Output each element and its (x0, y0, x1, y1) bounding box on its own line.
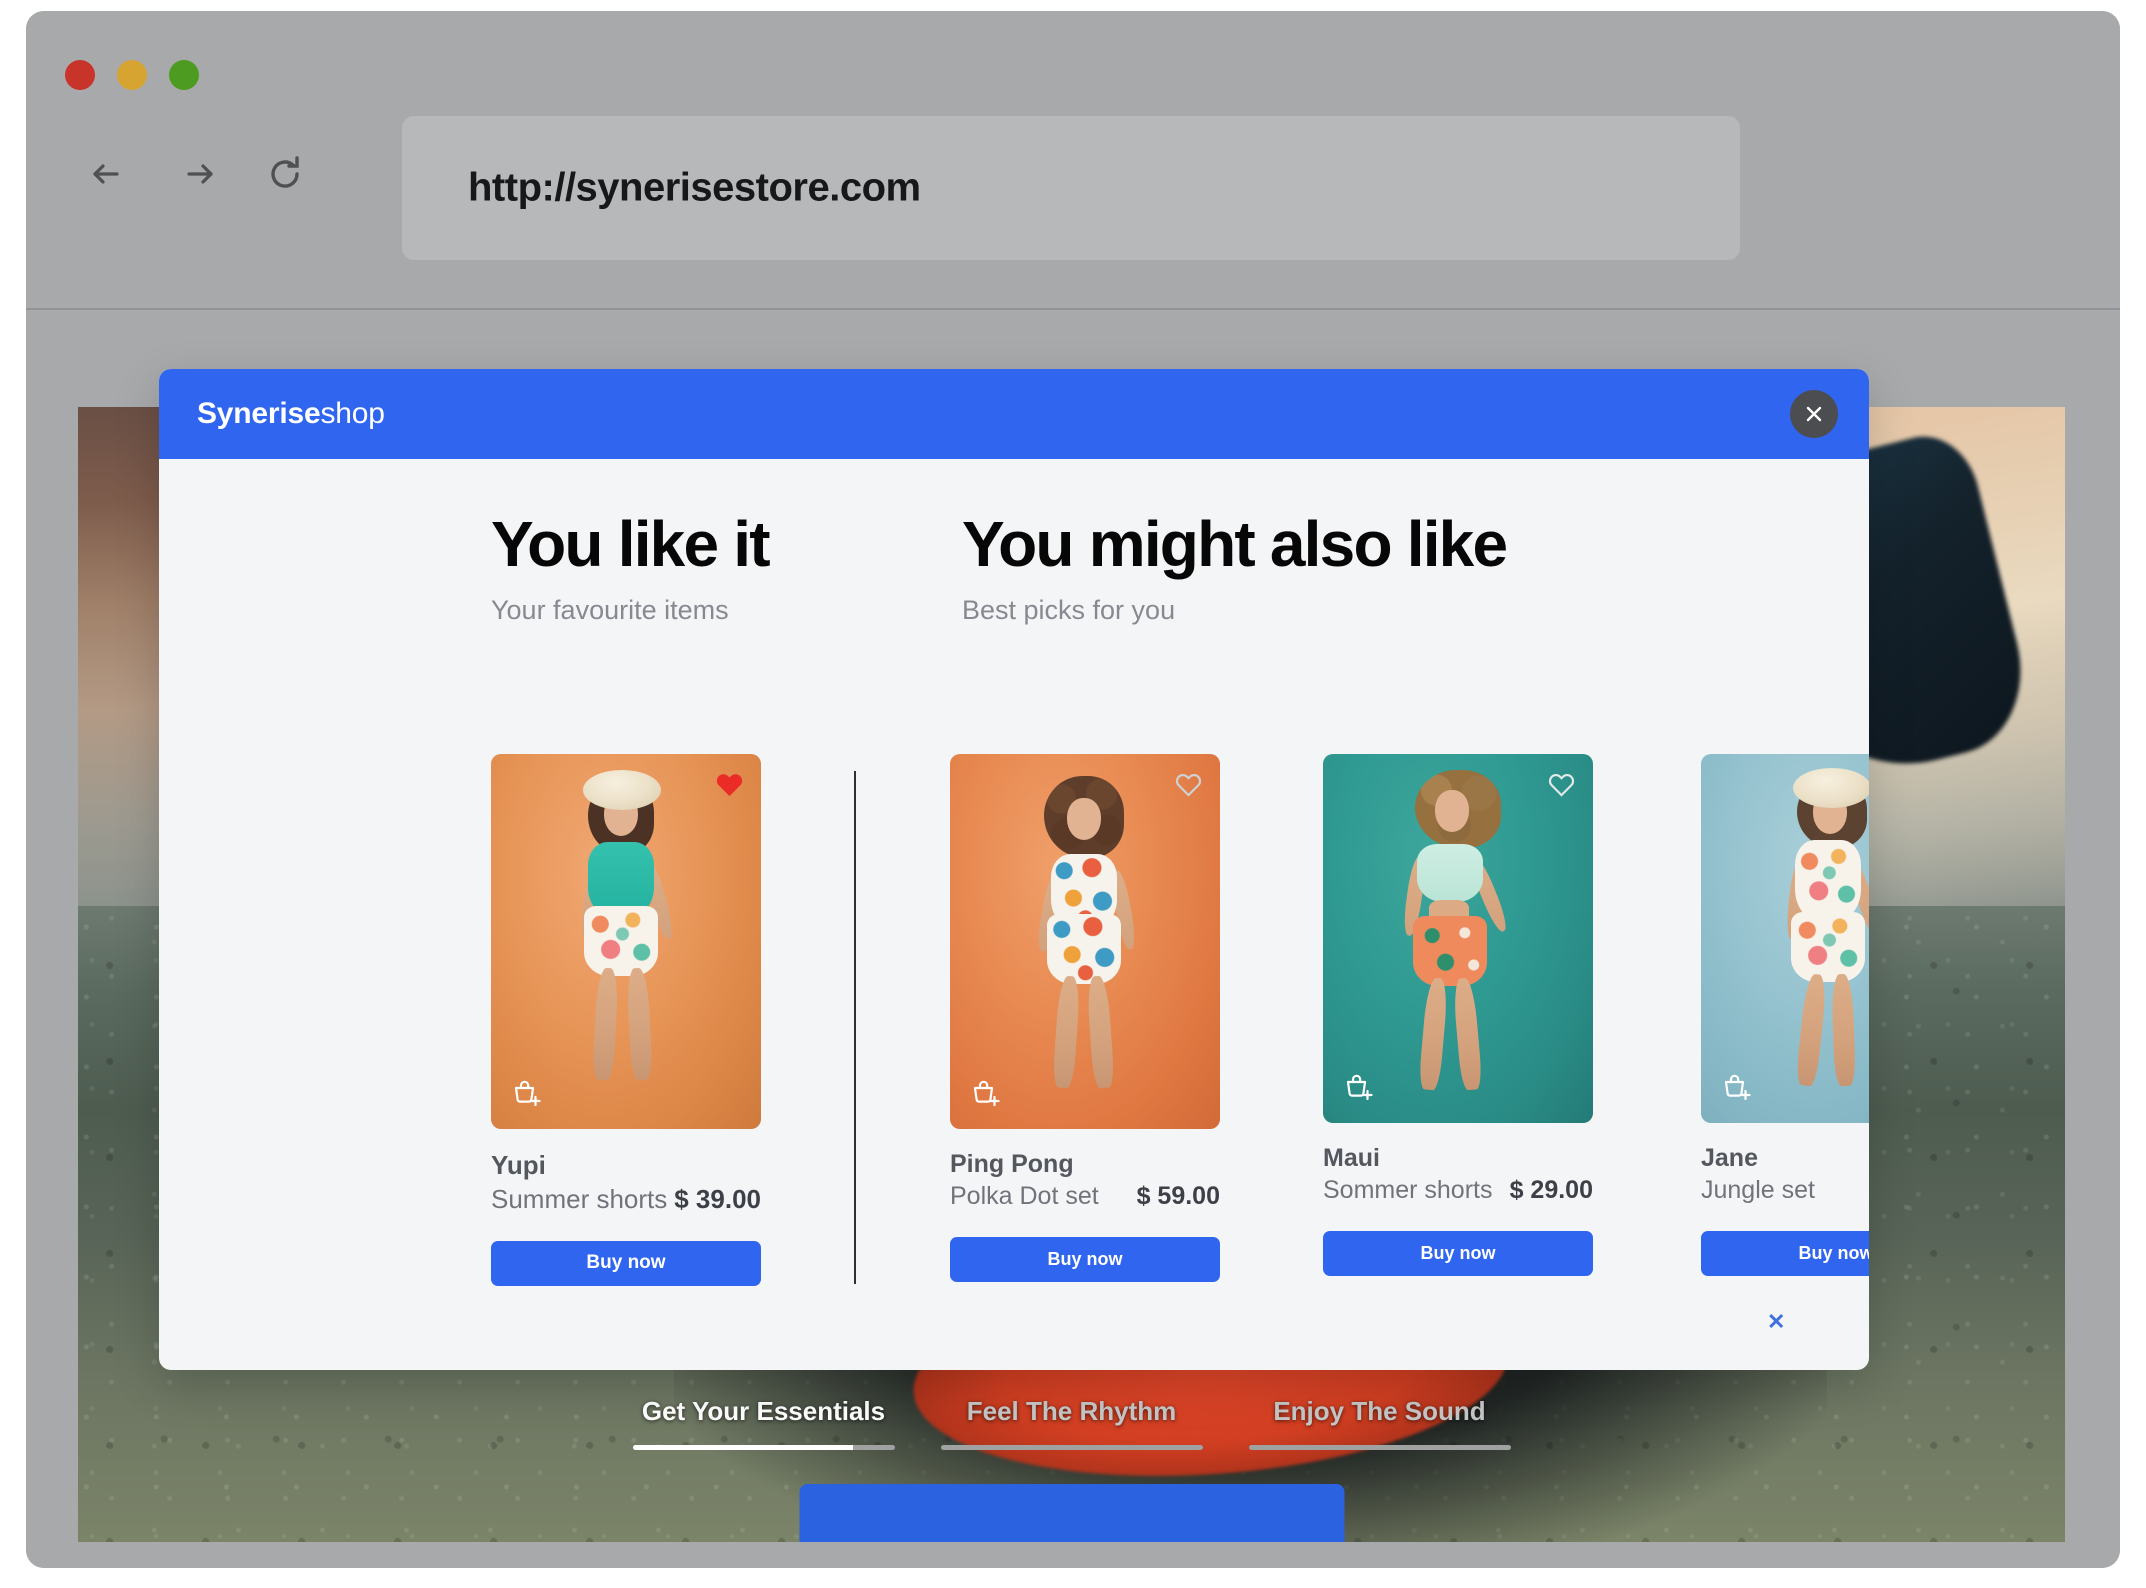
hero-tab-enjoy-the-sound[interactable]: Enjoy The Sound (1248, 1396, 1511, 1450)
product-name: Jane (1701, 1144, 1758, 1172)
heart-filled-icon[interactable] (713, 768, 745, 800)
section-title: You like it (491, 508, 771, 580)
arrow-right-icon[interactable] (174, 151, 220, 197)
product-image[interactable] (491, 754, 761, 1129)
window-controls (65, 60, 199, 90)
brand-logo-light: shop (320, 397, 385, 430)
modal-header: Syneriseshop (159, 369, 1869, 459)
product-image[interactable] (950, 754, 1220, 1129)
product-info: Yupi Summer shorts $ 39.00 Buy now (491, 1129, 761, 1286)
section-divider (854, 771, 856, 1284)
section-you-like-it: You like it Your favourite items (491, 508, 771, 626)
browser-nav-controls (86, 151, 308, 197)
hero-tab-label: Get Your Essentials (641, 1396, 886, 1426)
product-image[interactable] (1701, 754, 1869, 1123)
hero-tab-label: Feel The Rhythm (966, 1396, 1177, 1426)
minimize-window-button[interactable] (117, 60, 147, 90)
address-bar[interactable]: http://synerisestore.com (402, 116, 1740, 260)
browser-titlebar: http://synerisestore.com (26, 11, 2120, 310)
product-card[interactable]: Ping Pong Polka Dot set $ 59.00 Buy now (950, 754, 1220, 1283)
product-description: Polka Dot set (950, 1182, 1099, 1211)
product-card[interactable]: Yupi Summer shorts $ 39.00 Buy now (491, 754, 761, 1286)
product-info: Maui Sommer shorts $ 29.00 Buy now (1323, 1123, 1593, 1277)
product-card[interactable]: Maui Sommer shorts $ 29.00 Buy now (1323, 754, 1593, 1277)
heart-outline-icon[interactable] (1172, 768, 1204, 800)
section-subtitle: Best picks for you (962, 595, 1176, 626)
basket-plus-icon[interactable] (967, 1074, 1005, 1112)
reload-icon[interactable] (262, 151, 308, 197)
product-description: Jungle set (1701, 1176, 1815, 1205)
product-description: Summer shorts (491, 1183, 668, 1214)
basket-plus-icon[interactable] (1340, 1068, 1378, 1106)
page-viewport: Get Your Essentials Feel The Rhythm Enjo… (26, 312, 2120, 1568)
hero-tab-get-your-essentials[interactable]: Get Your Essentials (632, 1396, 895, 1450)
product-info: Ping Pong Polka Dot set $ 59.00 Buy now (950, 1129, 1220, 1283)
section-title: You might also like (962, 508, 1508, 580)
product-name: Ping Pong (950, 1150, 1074, 1178)
buy-now-button[interactable]: Buy now (950, 1237, 1220, 1283)
arrow-left-icon[interactable] (86, 151, 132, 197)
product-price: $ 39.00 (674, 1183, 761, 1214)
browser-window: http://synerisestore.com Get Your Essent… (26, 11, 2120, 1568)
hero-tab-label: Enjoy The Sound (1273, 1396, 1486, 1426)
basket-plus-icon[interactable] (1718, 1068, 1756, 1106)
product-card[interactable]: Jane Jungle set $ 29.00 Buy now (1701, 754, 1869, 1277)
buy-now-button[interactable]: Buy now (491, 1240, 761, 1286)
product-price: $ 29.00 (1509, 1176, 1593, 1205)
buy-now-button[interactable]: Buy now (1701, 1231, 1869, 1277)
url-text: http://synerisestore.com (468, 165, 921, 210)
product-name: Yupi (491, 1150, 546, 1180)
basket-plus-icon[interactable] (508, 1074, 546, 1112)
close-icon[interactable] (1790, 390, 1838, 438)
section-headings: You like it Your favourite items You mig… (159, 508, 1869, 681)
hero-cta-button[interactable] (799, 1484, 1344, 1542)
product-image[interactable] (1323, 754, 1593, 1123)
product-price: $ 59.00 (1136, 1182, 1220, 1211)
modal-body: You like it Your favourite items You mig… (159, 459, 1869, 1370)
brand-logo: Syneriseshop (197, 397, 385, 431)
hero-tab-progress (632, 1445, 895, 1450)
close-window-button[interactable] (65, 60, 95, 90)
maximize-window-button[interactable] (169, 60, 199, 90)
hero-tab-feel-the-rhythm[interactable]: Feel The Rhythm (940, 1396, 1203, 1450)
hero-tab-progress (1248, 1445, 1511, 1450)
buy-now-button[interactable]: Buy now (1323, 1231, 1593, 1277)
hero-tab-bar: Get Your Essentials Feel The Rhythm Enjo… (78, 1396, 2065, 1450)
cursor-x-marker: ✕ (1767, 1309, 1786, 1334)
product-info: Jane Jungle set $ 29.00 Buy now (1701, 1123, 1869, 1277)
product-name: Maui (1323, 1144, 1380, 1172)
hero-tab-progress (940, 1445, 1203, 1450)
section-subtitle: Your favourite items (491, 595, 729, 626)
recommendation-modal: Syneriseshop You like it Your favourite … (159, 369, 1869, 1370)
heart-outline-icon[interactable] (1545, 768, 1577, 800)
product-description: Sommer shorts (1323, 1176, 1493, 1205)
brand-logo-bold: Synerise (197, 397, 321, 430)
product-list: Yupi Summer shorts $ 39.00 Buy now Ping … (159, 754, 1869, 1294)
section-you-might-also-like: You might also like Best picks for you (962, 508, 1508, 626)
